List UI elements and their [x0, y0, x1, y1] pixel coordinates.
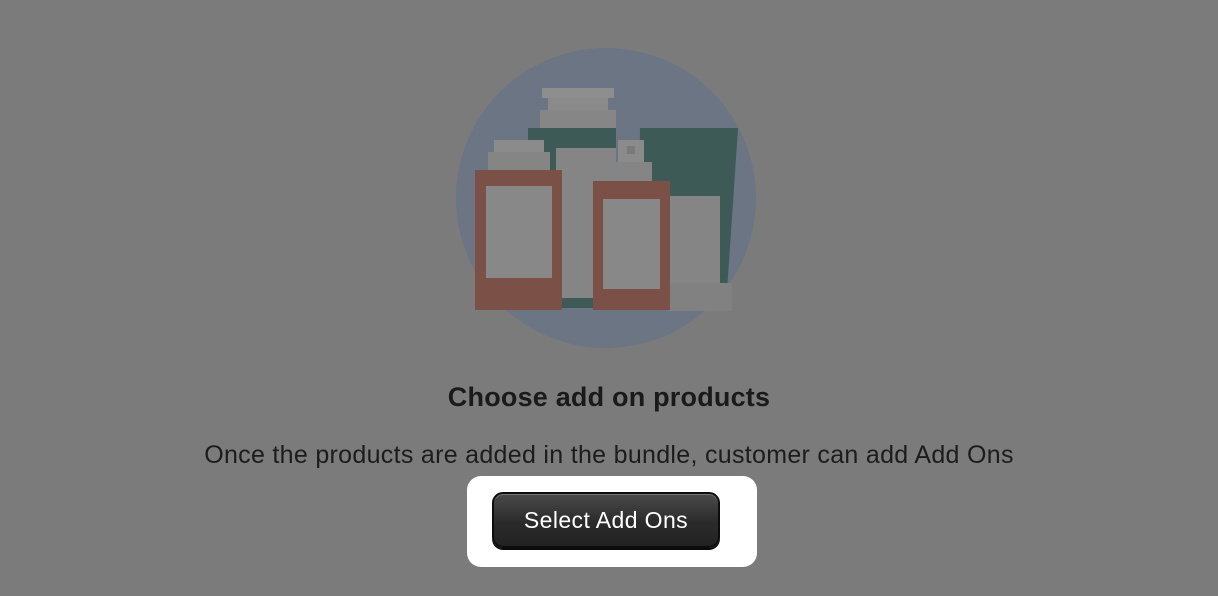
empty-state-description: Once the products are added in the bundl… [204, 441, 1014, 469]
product-bottles-icon [456, 48, 756, 348]
select-add-ons-button[interactable]: Select Add Ons [492, 492, 720, 548]
empty-state-title: Choose add on products [447, 382, 771, 412]
empty-state: Choose add on products Once the products… [0, 0, 1218, 596]
